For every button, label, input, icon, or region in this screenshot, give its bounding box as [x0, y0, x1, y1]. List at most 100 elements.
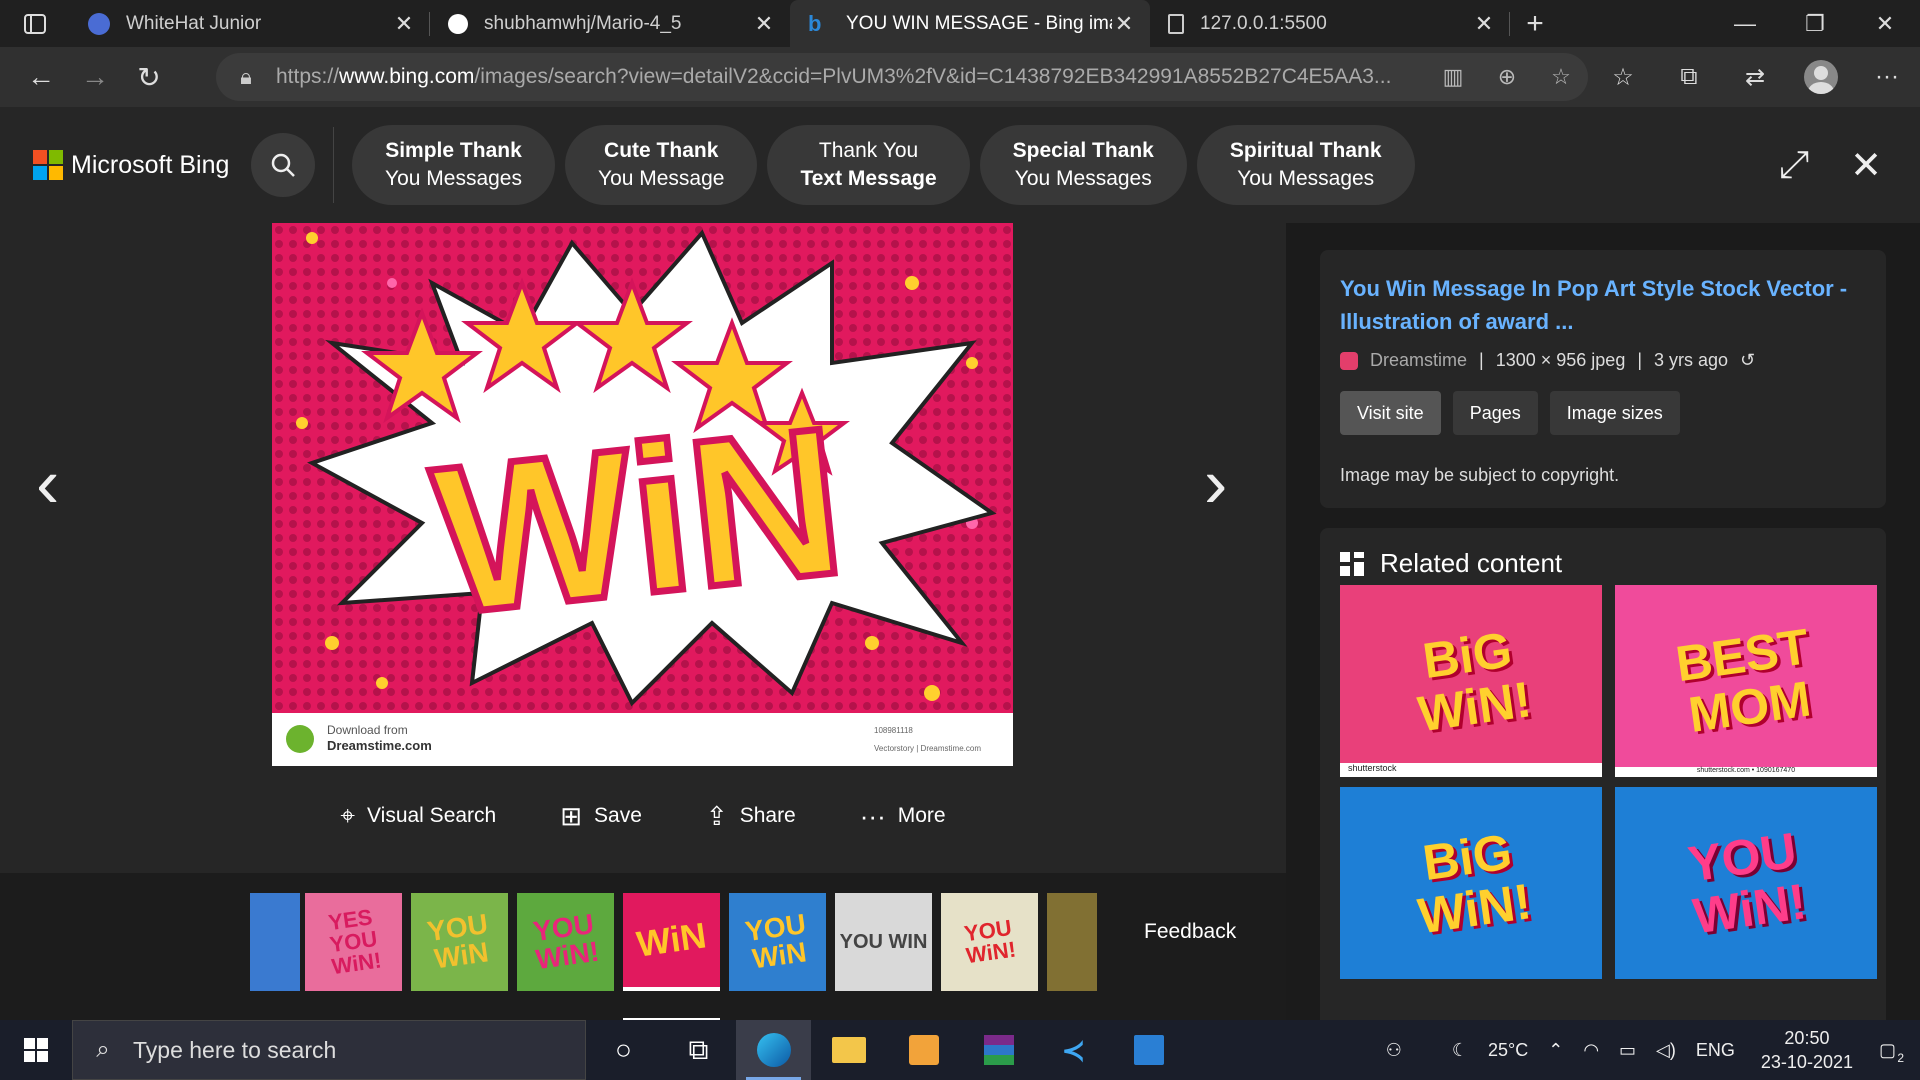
chip-line2: You Messages [385, 167, 522, 190]
watermark-line1: Download from [327, 723, 408, 737]
language-indicator[interactable]: ENG [1686, 1040, 1745, 1061]
related-search-chip[interactable]: Thank You Text Message [767, 125, 970, 205]
related-search-chip[interactable]: Special Thank You Messages [979, 125, 1187, 205]
battery-icon[interactable]: ▭ [1609, 1040, 1646, 1061]
bing-logo[interactable]: Microsoft Bing [33, 150, 233, 180]
close-tab-icon[interactable]: ✕ [392, 11, 416, 37]
lock-icon[interactable]: 🔒︎ [216, 64, 276, 90]
related-search-chip[interactable]: Simple Thank You Messages [352, 125, 555, 205]
add-favorite-icon[interactable]: ☆ [1534, 64, 1588, 90]
minimize-icon[interactable]: — [1710, 0, 1780, 47]
source-link[interactable]: Dreamstime [1370, 350, 1467, 371]
search-icon[interactable] [251, 133, 315, 197]
collections-icon[interactable]: ⧉ [1656, 63, 1722, 91]
vscode-icon[interactable]: ≺ [1036, 1020, 1111, 1080]
winrar-icon[interactable] [961, 1020, 1036, 1080]
image-actions: ⌖ Visual Search ⊞ Save ⇪ Share ··· More [0, 800, 1286, 832]
photos-icon[interactable] [1111, 1020, 1186, 1080]
related-caption: shutterstock.com • 1090167470 [1615, 767, 1877, 777]
more-menu-icon[interactable]: ··· [1854, 63, 1920, 91]
chip-line2: Text Message [800, 167, 937, 190]
thumbnail-selected[interactable]: WiN [623, 893, 720, 991]
thumbnail[interactable] [1047, 893, 1097, 991]
cortana-icon[interactable]: ○ [586, 1020, 661, 1080]
tab-actions-icon[interactable] [0, 0, 70, 47]
pages-button[interactable]: Pages [1452, 391, 1538, 435]
next-image-icon[interactable]: › [1204, 443, 1227, 523]
chip-line2: You Messages [1014, 167, 1152, 190]
volume-icon[interactable]: ◁) [1646, 1040, 1686, 1061]
related-search-chip[interactable]: Cute Thank You Message [564, 125, 758, 205]
immersive-reader-icon[interactable]: ▥ [1426, 64, 1480, 90]
windows-start-icon[interactable] [0, 1020, 72, 1080]
more-button[interactable]: ··· More [860, 800, 946, 832]
thumbnail[interactable]: YOU WiN [729, 893, 826, 991]
tab-github[interactable]: shubhamwhj/Mario-4_5 ✕ [430, 0, 790, 47]
close-tab-icon[interactable]: ✕ [752, 11, 776, 37]
related-image[interactable]: BiG WiN! shutterstock [1340, 585, 1602, 777]
notification-icon[interactable]: ▢ 2 [1869, 1040, 1906, 1065]
expand-icon[interactable]: ⤢ [1758, 144, 1830, 187]
related-caption: shutterstock [1340, 763, 1602, 777]
details-panel: You Win Message In Pop Art Style Stock V… [1286, 223, 1920, 1028]
thumbnail[interactable]: YES YOU WiN! [305, 893, 402, 991]
image-title-link[interactable]: You Win Message In Pop Art Style Stock V… [1340, 272, 1866, 338]
taskbar-search-field[interactable]: ⌕ Type here to search [72, 1020, 586, 1080]
related-image[interactable]: BEST MOM shutterstock.com • 1090167470 [1615, 585, 1877, 777]
thumbnail[interactable] [250, 893, 300, 991]
related-image[interactable]: BiG WiN! [1340, 787, 1602, 979]
clock[interactable]: 20:50 23-10-2021 [1745, 1026, 1869, 1074]
feedback-link[interactable]: Feedback [1144, 920, 1236, 944]
thumbnail[interactable]: YOU WiN! [941, 893, 1038, 991]
weather-moon-icon[interactable]: ☾ [1442, 1040, 1478, 1061]
action-label: Share [739, 804, 796, 827]
url-text[interactable]: https://www.bing.com/images/search?view=… [276, 65, 1426, 89]
action-label: More [897, 804, 946, 827]
thumbnail[interactable]: YOU WiN [411, 893, 508, 991]
edge-icon[interactable] [736, 1020, 811, 1080]
image-sizes-button[interactable]: Image sizes [1549, 391, 1680, 435]
microsoft-logo-icon [33, 150, 63, 180]
share-icon: ⇪ [705, 800, 728, 831]
restore-icon[interactable]: ❐ [1780, 0, 1850, 47]
related-image[interactable]: YOU WiN! [1615, 787, 1877, 979]
search-icon: ⌕ [96, 1036, 110, 1063]
refresh-icon[interactable]: ↻ [122, 47, 176, 107]
main-image[interactable]: WiN Download from Dreamstime.com 1089811… [272, 223, 1013, 766]
people-icon[interactable]: ⚇ [1376, 1040, 1412, 1061]
windows-taskbar: ⌕ Type here to search ○ ⧉ ≺ ⚇ ☾ 25°C ⌃ ◠… [0, 1020, 1920, 1080]
close-tab-icon[interactable]: ✕ [1112, 11, 1136, 37]
forward-icon[interactable]: → [68, 47, 122, 107]
tab-localhost[interactable]: 127.0.0.1:5500 ✕ [1150, 0, 1510, 47]
close-window-icon[interactable]: ✕ [1850, 0, 1920, 47]
profile-avatar[interactable] [1804, 60, 1838, 94]
divider [333, 127, 334, 203]
tab-whitehat[interactable]: WhiteHat Junior ✕ [70, 0, 430, 47]
close-viewer-icon[interactable]: ✕ [1830, 143, 1902, 188]
visit-site-button[interactable]: Visit site [1340, 391, 1441, 435]
back-icon[interactable]: ← [14, 47, 68, 107]
outlook-icon[interactable] [886, 1020, 961, 1080]
temperature[interactable]: 25°C [1478, 1040, 1538, 1061]
close-tab-icon[interactable]: ✕ [1472, 11, 1496, 37]
previous-image-icon[interactable]: ‹ [36, 443, 59, 523]
new-tab-button[interactable]: + [1510, 7, 1560, 41]
viewer-controls: ⤢ ✕ [1758, 107, 1920, 223]
thumbnail[interactable]: YOU WiN! [517, 893, 614, 991]
thumbnail-text: YOU WiN [425, 908, 491, 975]
thumbnail[interactable]: YOU WIN [835, 893, 932, 991]
task-view-icon[interactable]: ⧉ [661, 1020, 736, 1080]
tab-bing-images[interactable]: b YOU WIN MESSAGE - Bing images ✕ [790, 0, 1150, 47]
wifi-icon[interactable]: ◠ [1573, 1040, 1609, 1061]
related-search-chip[interactable]: Spiritual Thank You Messages [1196, 125, 1415, 205]
chevron-up-icon[interactable]: ⌃ [1538, 1040, 1573, 1061]
favorites-icon[interactable]: ☆ [1590, 63, 1656, 92]
meta-separator: | [1637, 350, 1643, 370]
address-field[interactable]: 🔒︎ https://www.bing.com/images/search?vi… [216, 53, 1588, 101]
visual-search-button[interactable]: ⌖ Visual Search [340, 800, 496, 832]
zoom-icon[interactable]: ⊕ [1480, 64, 1534, 90]
save-button[interactable]: ⊞ Save [560, 800, 642, 832]
sync-icon[interactable]: ⇄ [1722, 63, 1788, 92]
file-explorer-icon[interactable] [811, 1020, 886, 1080]
share-button[interactable]: ⇪ Share [706, 800, 796, 832]
